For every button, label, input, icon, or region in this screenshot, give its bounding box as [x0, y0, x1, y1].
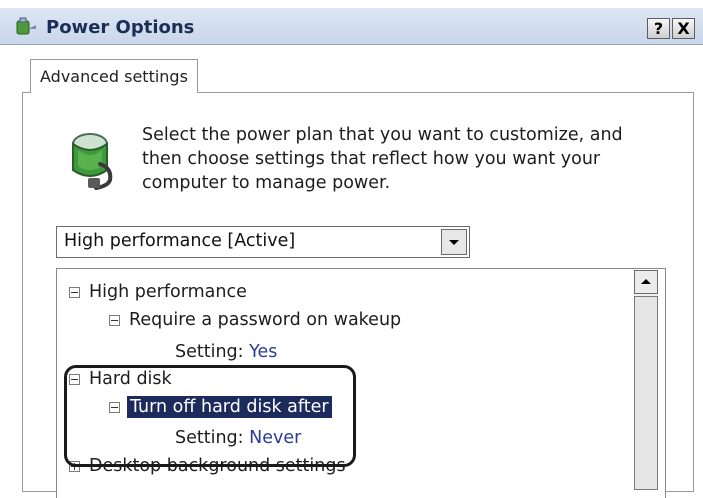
help-button[interactable]: ? [647, 18, 670, 39]
collapse-icon[interactable] [109, 402, 120, 413]
tree-item-high-performance[interactable]: High performance [69, 279, 247, 305]
scroll-thumb[interactable] [634, 296, 658, 490]
title-bar[interactable]: Power Options ? X [0, 8, 703, 45]
setting-value[interactable]: Yes [249, 342, 277, 362]
tree-scrollbar[interactable] [634, 270, 658, 490]
power-options-icon [16, 17, 36, 35]
collapse-icon[interactable] [69, 287, 80, 298]
tree-item-label: Hard disk [89, 369, 172, 389]
tree-setting-turn-off-hard-disk[interactable]: Setting: Never [175, 425, 301, 451]
expand-icon[interactable] [69, 461, 80, 472]
power-options-window: Power Options ? X Advanced settings Sele… [0, 0, 703, 498]
tree-item-hard-disk[interactable]: Hard disk [69, 366, 172, 392]
power-plan-dropdown-value: High performance [Active] [64, 231, 296, 251]
tree-item-label-selected: Turn off hard disk after [127, 396, 332, 418]
battery-plug-icon [72, 133, 113, 190]
intro-text: Select the power plan that you want to c… [142, 125, 623, 193]
tree-setting-password-wakeup[interactable]: Setting: Yes [175, 339, 277, 365]
dropdown-arrow-button[interactable] [441, 229, 467, 255]
collapse-icon[interactable] [109, 315, 120, 326]
tree-item-label: Desktop background settings [89, 456, 346, 476]
tree-item-require-password[interactable]: Require a password on wakeup [109, 307, 401, 333]
chevron-down-icon [449, 240, 459, 245]
setting-value[interactable]: Never [249, 428, 301, 448]
tree-item-turn-off-hard-disk[interactable]: Turn off hard disk after [109, 394, 332, 420]
close-button[interactable]: X [672, 18, 695, 39]
settings-tree[interactable]: High performance Require a password on w… [56, 268, 666, 498]
collapse-icon[interactable] [69, 374, 80, 385]
tab-advanced-settings[interactable]: Advanced settings [30, 59, 198, 93]
scroll-up-button[interactable] [634, 270, 658, 294]
power-plan-dropdown[interactable]: High performance [Active] [56, 226, 470, 258]
tree-item-label: Require a password on wakeup [129, 310, 402, 330]
tree-item-label: High performance [89, 282, 247, 302]
window-title: Power Options [46, 17, 195, 38]
setting-label: Setting: [175, 342, 244, 362]
setting-label: Setting: [175, 428, 244, 448]
tree-item-desktop-background[interactable]: Desktop background settings [69, 453, 346, 479]
chevron-up-icon [641, 279, 651, 284]
